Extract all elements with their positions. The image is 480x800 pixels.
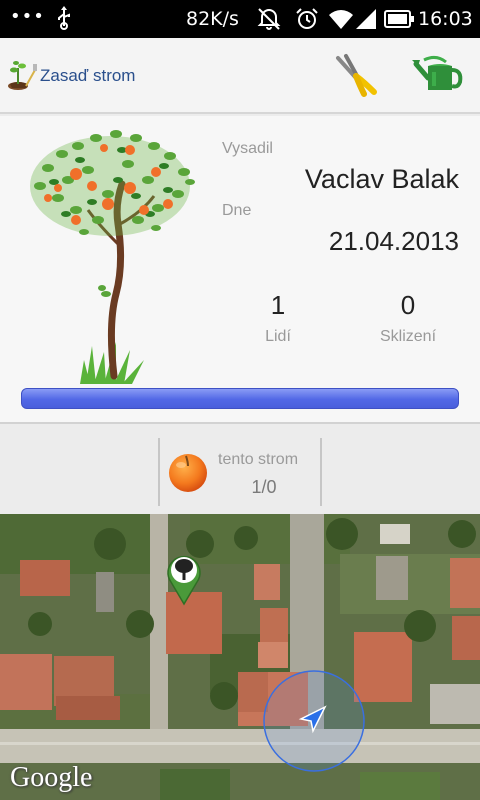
action-bar: Zasaď strom — [0, 38, 480, 114]
tree-illustration — [30, 130, 195, 384]
satellite-map[interactable] — [0, 514, 480, 800]
clock: 16:03 — [418, 8, 473, 30]
growth-progress-bar — [21, 388, 459, 409]
map-attribution: Google — [10, 762, 93, 793]
planted-by-value: Vaclav Balak — [304, 164, 459, 194]
app-title: Zasaď strom — [40, 66, 136, 85]
map-view[interactable]: Google — [0, 514, 480, 800]
date-value: 21.04.2013 — [328, 226, 459, 256]
prune-button[interactable] — [330, 52, 380, 98]
tree-marker-icon[interactable] — [165, 552, 203, 606]
signal-icon — [356, 9, 376, 29]
pruning-shears-icon — [336, 54, 377, 97]
people-label: Lidí — [265, 328, 291, 345]
mute-icon — [257, 8, 281, 30]
peach-icon — [169, 454, 207, 492]
plant-tree-app-icon[interactable] — [6, 56, 38, 92]
water-button[interactable] — [410, 52, 468, 98]
harvests-label: Sklizení — [379, 328, 437, 345]
planted-by-label: Vysadil — [222, 140, 273, 157]
my-location-arrow-icon[interactable] — [297, 703, 329, 735]
harvests-count: 0 — [400, 290, 416, 320]
watering-can-icon — [412, 55, 463, 90]
fruit-count: 1/0 — [251, 477, 277, 497]
wifi-icon — [329, 10, 353, 29]
divider — [320, 438, 322, 506]
date-label: Dne — [222, 202, 252, 219]
battery-icon — [384, 10, 414, 28]
more-dots-icon: ••• — [10, 6, 45, 27]
usb-icon — [58, 6, 70, 30]
network-speed: 82K/s — [186, 8, 239, 30]
people-count: 1 — [270, 290, 286, 320]
tree-detail-card: Vysadil Vaclav Balak Dne 21.04.2013 1 Li… — [0, 116, 480, 424]
status-bar: ••• 82K/s 16:03 — [0, 0, 480, 38]
fruit-summary: tento strom 1/0 — [0, 426, 480, 514]
alarm-icon — [296, 8, 318, 29]
fruit-caption: tento strom — [218, 451, 299, 468]
divider — [158, 438, 160, 506]
